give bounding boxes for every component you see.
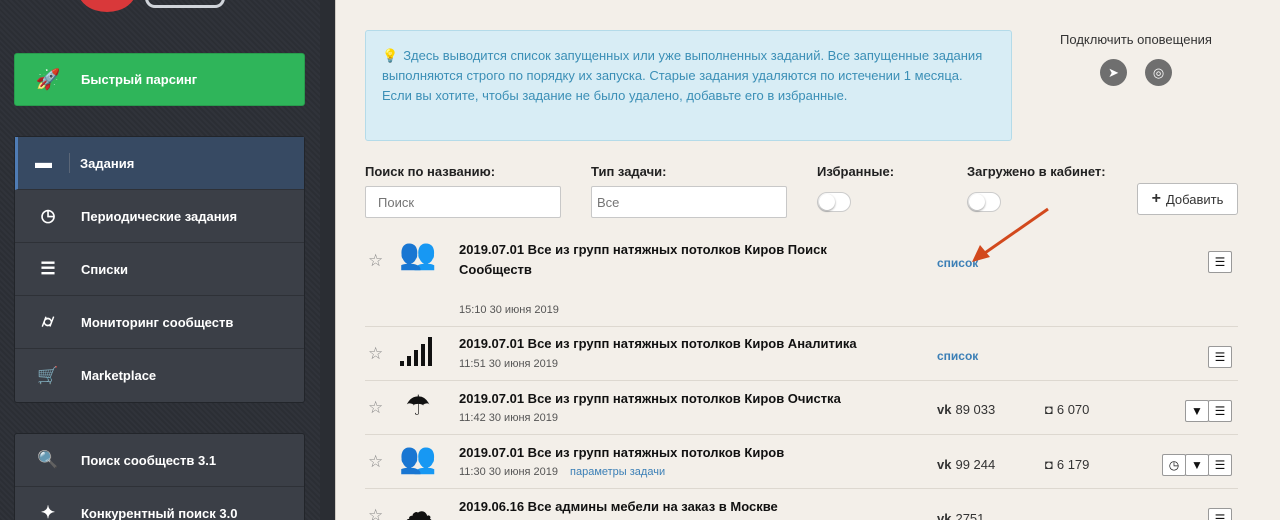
task-params-link[interactable]: параметры задачи <box>570 466 665 478</box>
task-title[interactable]: 2019.07.01 Все из групп натяжных потолко… <box>459 389 889 409</box>
sidebar-item-periodic[interactable]: ◷ Периодические задания <box>15 190 304 243</box>
info-text: Здесь выводится список запущенных или уж… <box>382 48 983 103</box>
vk-icon: vk <box>937 511 952 520</box>
binoculars-icon: ⌭ <box>41 312 55 331</box>
star-icon[interactable]: ☆ <box>368 452 383 472</box>
menu-icon[interactable]: ☰ <box>1208 346 1232 368</box>
sidebar-item-tasks[interactable]: ▬ Задания <box>15 137 304 190</box>
plus-icon: + <box>1151 190 1161 207</box>
sidebar-item-label: Задания <box>80 155 135 171</box>
sidebar-item-competitor-search[interactable]: ✦ Конкурентный поиск 3.0 <box>15 487 304 520</box>
fast-parse-button[interactable]: 🚀 Быстрый парсинг <box>14 53 305 106</box>
vk-count: vk 89 033 <box>937 402 996 417</box>
info-alert: 💡 Здесь выводится список запущенных или у… <box>365 30 1012 141</box>
favorites-toggle[interactable] <box>817 192 851 212</box>
list-link[interactable]: список <box>937 349 978 363</box>
clock-icon: ◷ <box>40 206 56 225</box>
task-date: 15:10 30 июня 2019 <box>459 304 559 316</box>
secondary-menu: 🔍 Поиск сообществ 3.1 ✦ Конкурентный пои… <box>14 433 305 520</box>
menu-icon[interactable]: ☰ <box>1208 251 1232 273</box>
main-content: 💡 Здесь выводится список запущенных или у… <box>335 0 1280 520</box>
loaded-label: Загружено в кабинет: <box>967 164 1106 179</box>
instagram-icon: ◘ <box>1045 457 1053 472</box>
sidebar-item-label: Конкурентный поиск 3.0 <box>81 505 238 520</box>
logo-text-shape <box>145 0 225 8</box>
sidebar-item-lists[interactable]: ☰ Списки <box>15 243 304 296</box>
signal-icon <box>400 337 432 366</box>
task-row: ☆ 👥 2019.07.01 Все из групп натяжных пот… <box>365 435 1238 489</box>
add-task-button[interactable]: + Добавить <box>1137 183 1238 215</box>
task-date: 11:42 30 июня 2019 <box>459 412 559 424</box>
main-menu: ▬ Задания ◷ Периодические задания ☰ Спис… <box>14 136 305 403</box>
task-row: ☆ ☁ 2019.06.16 Все админы мебели на зака… <box>365 489 1238 520</box>
task-date: 11:51 30 июня 2019 <box>459 358 559 370</box>
task-row: ☆ 👥 2019.07.01 Все из групп натяжных пот… <box>365 229 1238 327</box>
cloud-upload-icon: ☁ <box>403 496 433 520</box>
type-label: Тип задачи: <box>591 164 667 179</box>
search-icon: 🔍 <box>37 450 59 469</box>
magic-wand-icon: ✦ <box>40 503 56 520</box>
fast-parse-label: Быстрый парсинг <box>81 72 198 87</box>
sidebar-item-label: Marketplace <box>81 368 157 383</box>
search-label: Поиск по названию: <box>365 164 496 179</box>
menu-icon[interactable]: ☰ <box>1208 400 1232 422</box>
vk-count: vk 99 244 <box>937 457 996 472</box>
sidebar-item-label: Периодические задания <box>81 208 238 224</box>
sidebar-item-community-search[interactable]: 🔍 Поиск сообществ 3.1 <box>15 434 304 487</box>
vk-icon: vk <box>937 457 952 472</box>
star-icon[interactable]: ☆ <box>368 506 383 520</box>
filter-icon[interactable]: ▼ <box>1185 400 1209 422</box>
task-title[interactable]: 2019.06.16 Все админы мебели на заказ в … <box>459 497 889 517</box>
search-input[interactable] <box>365 186 561 218</box>
sidebar-item-label: Мониторинг сообществ <box>81 314 234 330</box>
cart-icon: 🛒 <box>37 365 59 385</box>
task-title[interactable]: 2019.07.01 Все из групп натяжных потолко… <box>459 334 889 354</box>
lightbulb-icon: 💡 <box>382 48 399 63</box>
rocket-icon: 🚀 <box>35 69 61 91</box>
star-icon[interactable]: ☆ <box>368 251 383 271</box>
logo <box>78 0 136 12</box>
vk-icon: vk <box>937 402 952 417</box>
instagram-icon: ◘ <box>1045 402 1053 417</box>
sidebar-item-label: Списки <box>81 261 128 277</box>
vk-count: vk 2751 <box>937 511 984 520</box>
add-label: Добавить <box>1165 191 1224 207</box>
chrome-icon[interactable]: ◎ <box>1145 59 1172 86</box>
list-icon: ☰ <box>40 259 56 278</box>
group-icon: 👥 <box>399 238 437 271</box>
star-icon[interactable]: ☆ <box>368 398 383 418</box>
task-row: ☆ ☂ 2019.07.01 Все из групп натяжных пот… <box>365 381 1238 435</box>
sidebar-item-label: Поиск сообществ 3.1 <box>81 452 217 468</box>
telegram-icon[interactable]: ➤ <box>1100 59 1127 86</box>
menu-icon[interactable]: ☰ <box>1208 508 1232 520</box>
instagram-count: ◘ 6 070 <box>1045 402 1090 417</box>
umbrella-icon: ☂ <box>405 390 431 421</box>
tasks-icon: ▬ <box>18 153 70 173</box>
type-select[interactable] <box>591 186 787 218</box>
annotation-arrow-icon <box>972 207 1049 262</box>
sidebar: 🚀 Быстрый парсинг ▬ Задания ◷ Периодичес… <box>0 0 320 520</box>
notifications-label: Подключить оповещения <box>1060 32 1212 47</box>
favorites-label: Избранные: <box>817 164 895 179</box>
star-icon[interactable]: ☆ <box>368 344 383 364</box>
group-icon: 👥 <box>399 442 437 475</box>
filter-icon[interactable]: ▼ <box>1185 454 1209 476</box>
task-title[interactable]: 2019.07.01 Все из групп натяжных потолко… <box>459 240 889 280</box>
sidebar-item-marketplace[interactable]: 🛒 Marketplace <box>15 349 304 402</box>
task-row: ☆ 2019.07.01 Все из групп натяжных потол… <box>365 327 1238 381</box>
sidebar-item-monitoring[interactable]: ⌭ Мониторинг сообществ <box>15 296 304 349</box>
task-title[interactable]: 2019.07.01 Все из групп натяжных потолко… <box>459 443 889 463</box>
menu-icon[interactable]: ☰ <box>1208 454 1232 476</box>
clock-icon[interactable]: ◷ <box>1162 454 1186 476</box>
task-date: 11:30 30 июня 2019 параметры задачи <box>459 466 666 478</box>
instagram-count: ◘ 6 179 <box>1045 457 1090 472</box>
notifications-panel: Подключить оповещения ➤ ◎ <box>1046 32 1226 86</box>
